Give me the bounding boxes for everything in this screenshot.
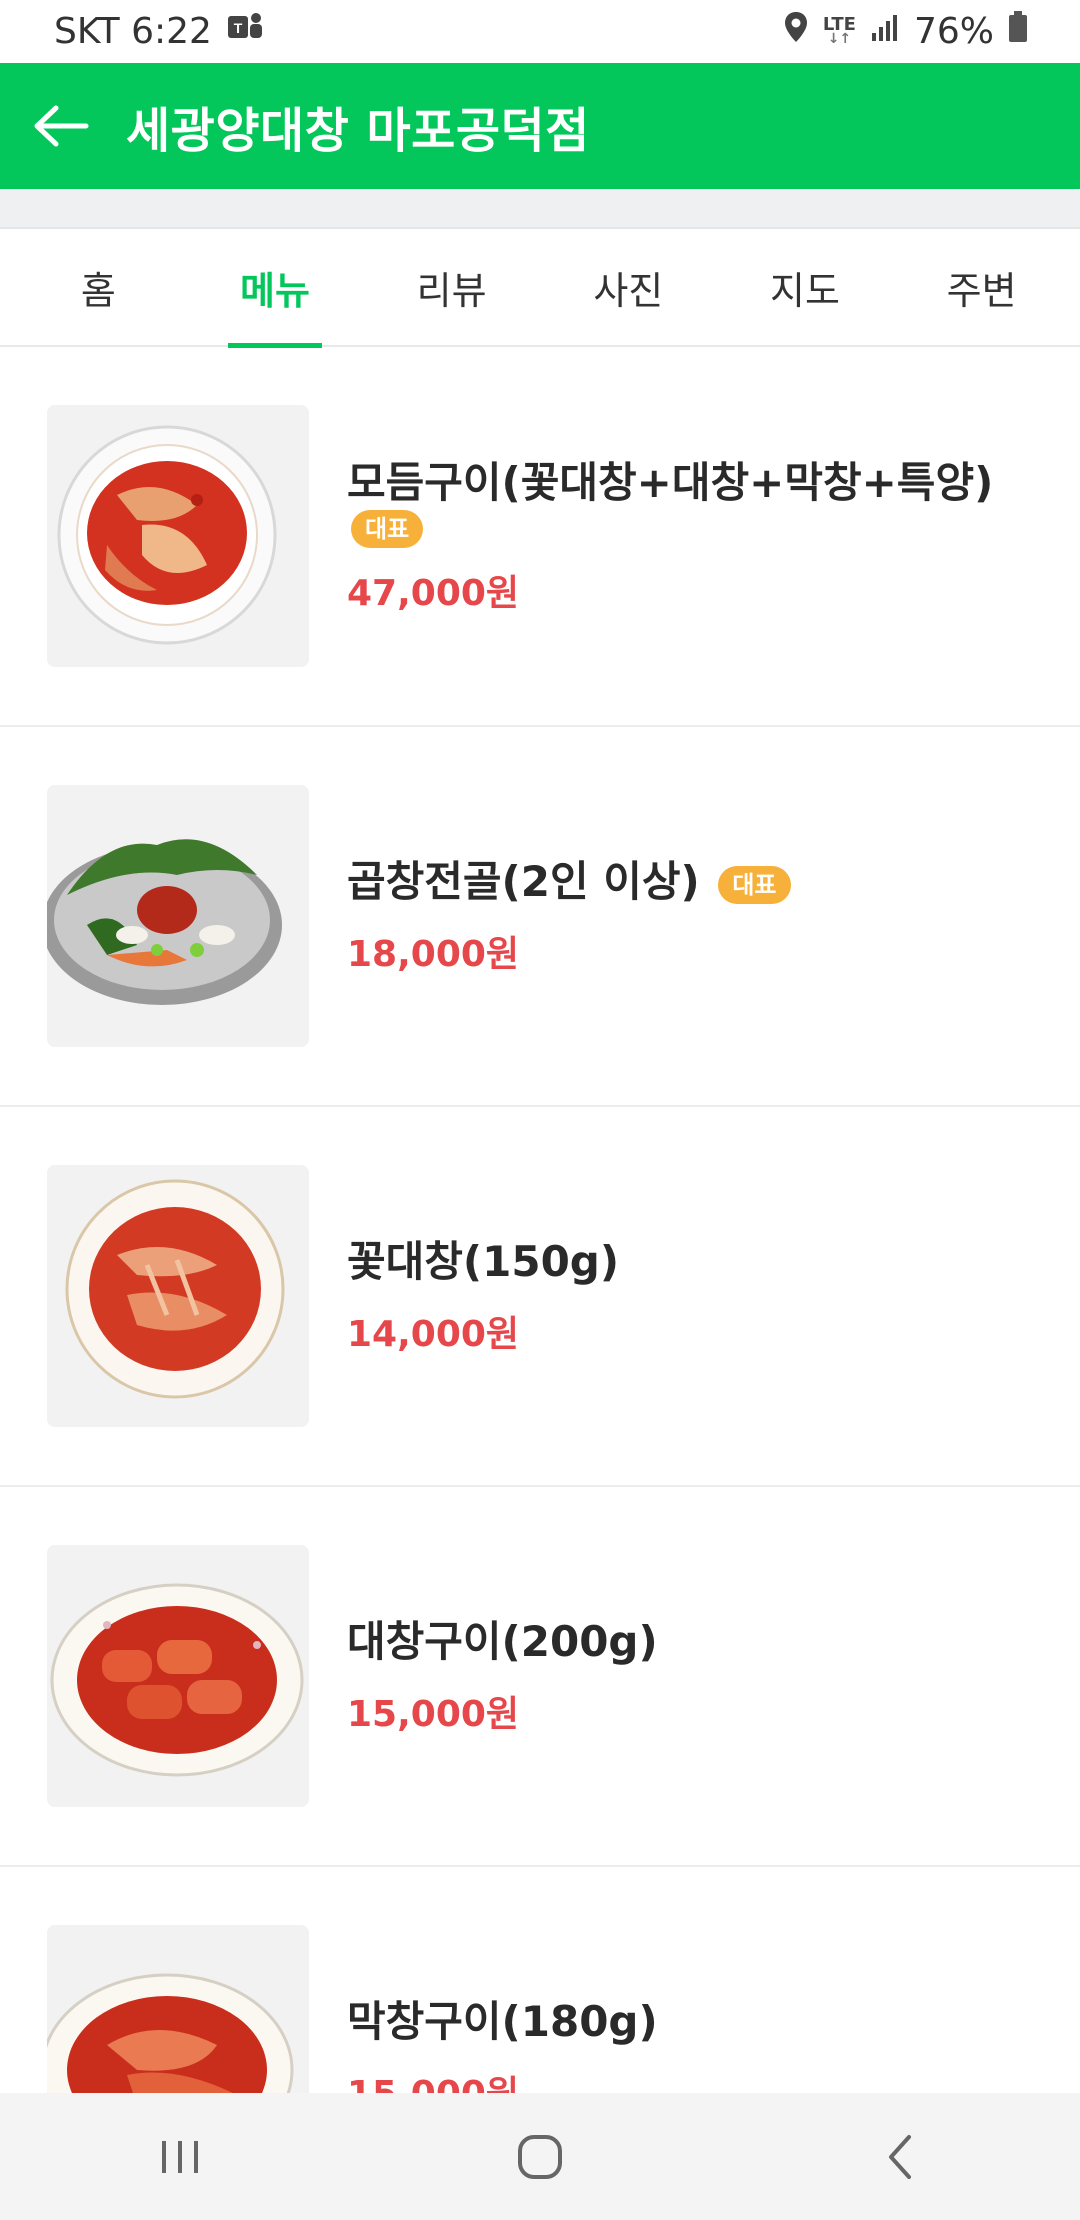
menu-price: 18,000원 [347,934,520,975]
menu-photo-gopchang-hotpot[interactable] [47,785,309,1047]
tab-home[interactable]: 홈 [23,228,173,346]
menu-info: 막창구이(180g) 15,000원 [347,1995,1040,2093]
battery-percent: 76% [913,11,994,52]
system-navigation-bar [0,2093,1080,2220]
menu-name: 꽃대창(150g) [347,1237,620,1286]
menu-item[interactable]: 곱창전골(2인 이상) 대표 18,000원 [0,727,1080,1107]
menu-item[interactable]: 모듬구이(꽃대창+대창+막창+특양) 대표 47,000원 [0,347,1080,727]
signature-badge: 대표 [351,510,424,548]
page-title: 세광양대창 마포공덕점 [126,103,590,159]
menu-info: 꽃대창(150g) 14,000원 [347,1235,1040,1357]
tab-bar: 홈 메뉴 리뷰 사진 지도 주변 [0,228,1080,348]
back-arrow-icon [34,105,89,147]
menu-price: 15,000원 [347,1694,520,1735]
recent-apps-icon [162,2140,198,2173]
status-left: SKT 6:22 T [54,10,264,53]
tab-map[interactable]: 지도 [730,228,880,346]
menu-info: 모듬구이(꽃대창+대창+막창+특양) 대표 47,000원 [347,456,1040,616]
carrier-time: SKT 6:22 [54,11,212,52]
menu-photo-daechang-grill[interactable] [47,1545,309,1807]
menu-name: 곱창전골(2인 이상) [347,857,700,906]
menu-photo-mixed-grill[interactable] [47,405,309,667]
location-icon [783,10,809,53]
menu-info: 대창구이(200g) 15,000원 [347,1615,1040,1737]
menu-photo-makchang-grill[interactable] [47,1925,309,2093]
status-right: LTE ↓↑ 76% [783,10,1028,53]
back-chevron-icon [889,2134,911,2179]
signature-badge: 대표 [718,865,791,904]
menu-price: 15,000원 [347,2065,1040,2093]
teams-icon: T [226,10,264,53]
menu-name: 막창구이(180g) [347,1997,658,2046]
section-divider [0,189,1080,229]
app-bar: 세광양대창 마포공덕점 [0,63,1080,189]
menu-photo-kkot-daechang[interactable] [47,1165,309,1427]
tab-photos[interactable]: 사진 [553,228,703,346]
lte-label: LTE [822,13,856,35]
home-button[interactable] [440,2093,640,2220]
menu-item[interactable]: 대창구이(200g) 15,000원 [0,1487,1080,1867]
back-nav-button[interactable] [800,2093,1000,2220]
lte-indicator: LTE ↓↑ [822,13,856,47]
home-icon [518,2134,562,2179]
signal-icon [870,11,900,52]
tab-menu[interactable]: 메뉴 [200,228,350,348]
menu-item[interactable]: 꽃대창(150g) 14,000원 [0,1107,1080,1487]
menu-info: 곱창전골(2인 이상) 대표 18,000원 [347,855,1040,977]
status-bar: SKT 6:22 T LTE ↓↑ 76% [0,0,1080,63]
tab-nearby[interactable]: 주변 [907,228,1057,346]
data-arrows-icon: ↓↑ [827,30,852,47]
menu-name: 대창구이(200g) [347,1617,658,1666]
battery-icon [1008,10,1028,53]
menu-list: 모듬구이(꽃대창+대창+막창+특양) 대표 47,000원 곱창전골(2인 이상… [0,347,1080,2093]
back-button[interactable] [32,63,122,189]
menu-price: 14,000원 [347,1314,520,1355]
recent-apps-button[interactable] [80,2093,280,2220]
tab-reviews[interactable]: 리뷰 [377,228,527,346]
menu-name: 모듬구이(꽃대창+대창+막창+특양) [347,458,994,507]
menu-price: 47,000원 [347,573,520,614]
menu-name-row: 곱창전골(2인 이상) 대표 [347,855,1040,909]
menu-item[interactable]: 막창구이(180g) 15,000원 [0,1867,1080,2093]
svg-text:T: T [234,20,243,36]
